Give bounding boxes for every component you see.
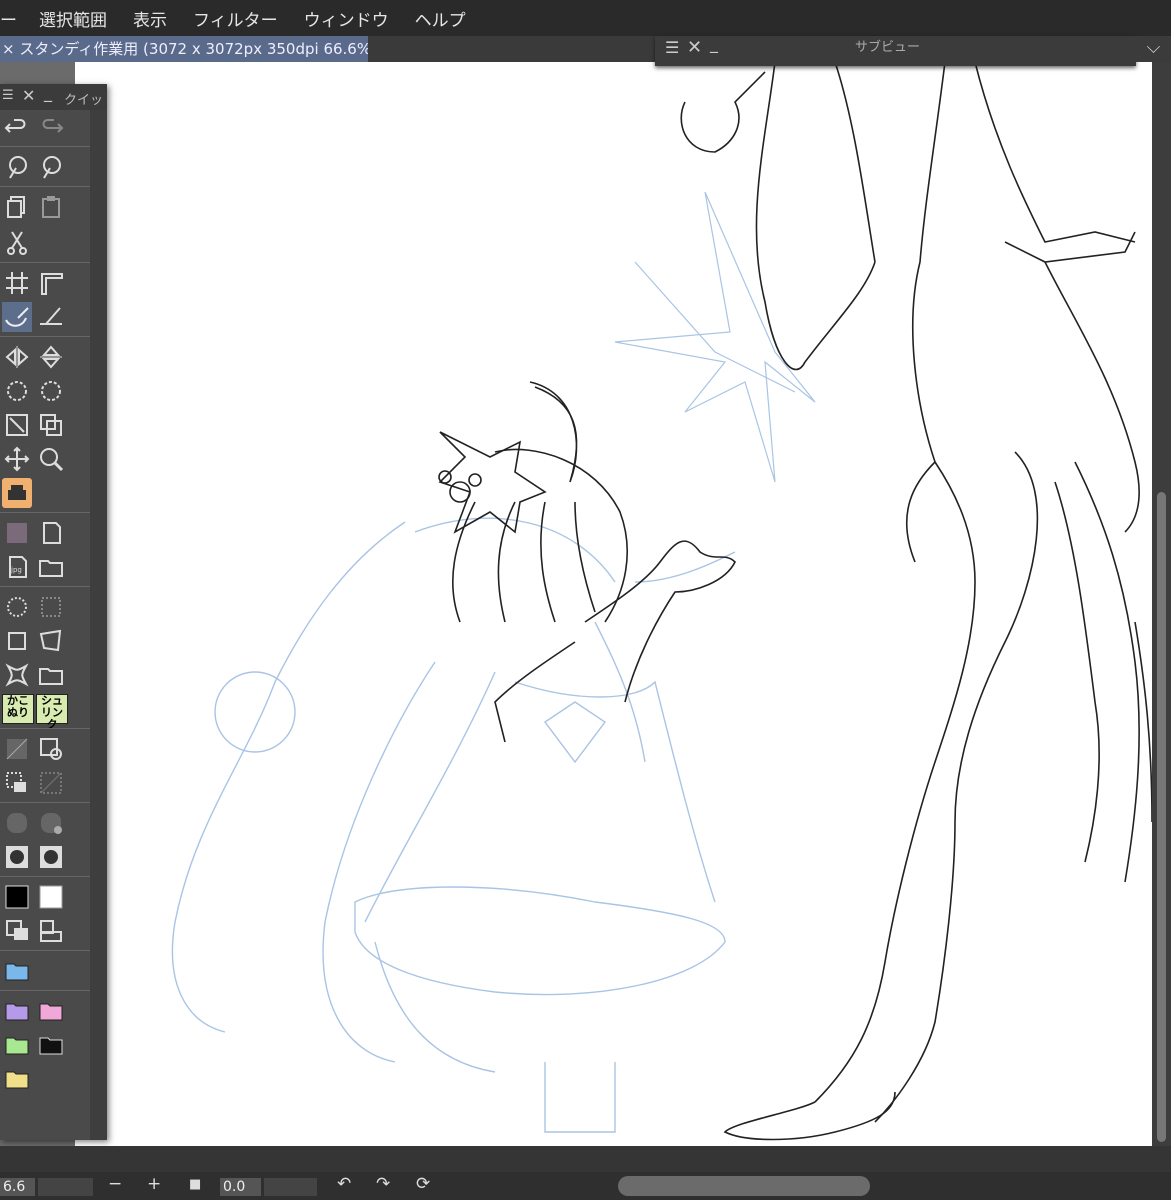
quick-access-title: クイッ — [64, 93, 104, 108]
vertical-scroll-thumb[interactable] — [1157, 492, 1166, 1142]
circle-marker-icon[interactable] — [36, 842, 66, 872]
ruler-icon[interactable] — [36, 268, 66, 298]
minimize-icon[interactable]: _ — [710, 34, 718, 53]
pink-folder-icon[interactable] — [36, 996, 66, 1026]
layer-mask-icon[interactable] — [2, 734, 32, 764]
close-icon[interactable]: ✕ — [22, 86, 35, 105]
undo-icon[interactable] — [2, 112, 32, 142]
quick-access-header: ☰ ✕ _ クイッ — [0, 83, 107, 110]
rotate-left-icon[interactable] — [2, 376, 32, 406]
quick-access-tools: jpg かこぬり シュリンク — [0, 110, 90, 1140]
zoom-slider[interactable] — [38, 1178, 93, 1196]
print-icon[interactable] — [2, 478, 32, 508]
lasso-icon[interactable] — [2, 152, 32, 182]
navigator-controls: 6.6 − + ■ 0.0 ↶ ↷ ⟳ — [0, 1172, 1171, 1200]
rotate-right-icon[interactable] — [36, 376, 66, 406]
jpg-export-icon[interactable]: jpg — [2, 552, 32, 582]
drawing-canvas[interactable] — [75, 62, 1152, 1146]
mesh-transform-icon[interactable] — [2, 660, 32, 690]
menu-icon[interactable]: ☰ — [2, 88, 14, 103]
vector-brush-icon[interactable] — [2, 302, 32, 332]
zoom-field[interactable]: 6.6 — [0, 1178, 35, 1196]
black-color-swatch[interactable] — [2, 882, 32, 912]
hide-layer-icon[interactable] — [2, 808, 32, 838]
lasso-select-icon[interactable] — [36, 152, 66, 182]
menu-filter[interactable]: フィルター — [193, 6, 278, 31]
angle-field[interactable]: 0.0 — [220, 1178, 261, 1196]
rotate-right-icon[interactable]: ↷ — [376, 1174, 390, 1194]
artwork-drawing — [171, 62, 1152, 1141]
document-tab[interactable]: × スタンディ作業用 (3072 x 3072px 350dpi 66.6%) — [0, 36, 368, 62]
save-icon[interactable] — [2, 518, 32, 548]
cut-icon[interactable] — [2, 228, 32, 258]
vertical-scrollbar[interactable] — [1152, 62, 1171, 1146]
yellow-folder-icon[interactable] — [2, 1064, 32, 1094]
quick-access-scrollbar[interactable] — [90, 110, 107, 1140]
deselect-icon[interactable] — [36, 592, 66, 622]
flip-vertical-icon[interactable] — [36, 342, 66, 372]
horizontal-scroll-thumb[interactable] — [618, 1176, 870, 1196]
menu-tool[interactable]: ー — [0, 6, 17, 31]
flip-horizontal-icon[interactable] — [2, 342, 32, 372]
subview-panel: ☰ ✕ _ サブビュー — [655, 34, 1136, 66]
fill-badge[interactable]: かこぬり — [2, 694, 34, 724]
merge-layer-icon[interactable] — [2, 916, 32, 946]
paste-icon[interactable] — [36, 192, 66, 222]
menu-selection[interactable]: 選択範囲 — [39, 6, 107, 31]
bottom-bar: 6.6 − + ■ 0.0 ↶ ↷ ⟳ — [0, 1146, 1171, 1200]
angle-slider[interactable] — [264, 1178, 317, 1196]
transform-handle-icon[interactable] — [2, 626, 32, 656]
folder-icon[interactable] — [36, 660, 66, 690]
open-folder-icon[interactable] — [36, 552, 66, 582]
purple-folder-icon[interactable] — [2, 996, 32, 1026]
menu-window[interactable]: ウィンドウ — [304, 6, 389, 31]
scale-icon[interactable] — [2, 410, 32, 440]
menu-view[interactable]: 表示 — [133, 6, 167, 31]
distort-icon[interactable] — [36, 626, 66, 656]
green-folder-icon[interactable] — [2, 1030, 32, 1060]
close-icon[interactable]: ✕ — [687, 37, 702, 58]
zoom-icon[interactable] — [36, 444, 66, 474]
lock-layer-icon[interactable] — [36, 808, 66, 838]
select-all-icon[interactable] — [2, 592, 32, 622]
svg-text:jpg: jpg — [10, 566, 22, 574]
chevron-down-icon[interactable]: ⌵ — [1136, 36, 1171, 62]
menu-bar: ー 選択範囲 表示 フィルター ウィンドウ ヘルプ — [0, 0, 1171, 36]
ruler-line-icon[interactable] — [36, 302, 66, 332]
redo-icon[interactable] — [36, 112, 66, 142]
selection-layer-icon[interactable] — [2, 768, 32, 798]
zoom-in-icon[interactable]: + — [147, 1174, 161, 1194]
rotate-left-icon[interactable]: ↶ — [337, 1174, 351, 1194]
circle-marker-icon[interactable] — [2, 842, 32, 872]
export-icon[interactable] — [36, 518, 66, 548]
copy-icon[interactable] — [2, 192, 32, 222]
reset-rotation-icon[interactable]: ⟳ — [416, 1174, 430, 1194]
quick-access-panel: ☰ ✕ _ クイッ jpg かこぬり シュリンク — [0, 83, 107, 1140]
layer-convert-icon[interactable] — [36, 734, 66, 764]
black-folder-icon[interactable] — [36, 1030, 66, 1060]
menu-help[interactable]: ヘルプ — [415, 6, 466, 31]
shrink-badge[interactable]: シュリンク — [36, 694, 68, 731]
subview-title: サブビュー — [855, 40, 921, 55]
clear-selection-icon[interactable] — [36, 768, 66, 798]
grid-icon[interactable] — [2, 268, 32, 298]
fit-icon[interactable]: ■ — [189, 1177, 201, 1192]
combine-layer-icon[interactable] — [36, 916, 66, 946]
free-transform-icon[interactable] — [36, 410, 66, 440]
white-color-swatch[interactable] — [36, 882, 66, 912]
move-icon[interactable] — [2, 444, 32, 474]
blue-folder-icon[interactable] — [2, 956, 32, 986]
zoom-out-icon[interactable]: − — [108, 1174, 122, 1194]
menu-icon[interactable]: ☰ — [665, 38, 679, 57]
minimize-icon[interactable]: _ — [44, 83, 52, 102]
